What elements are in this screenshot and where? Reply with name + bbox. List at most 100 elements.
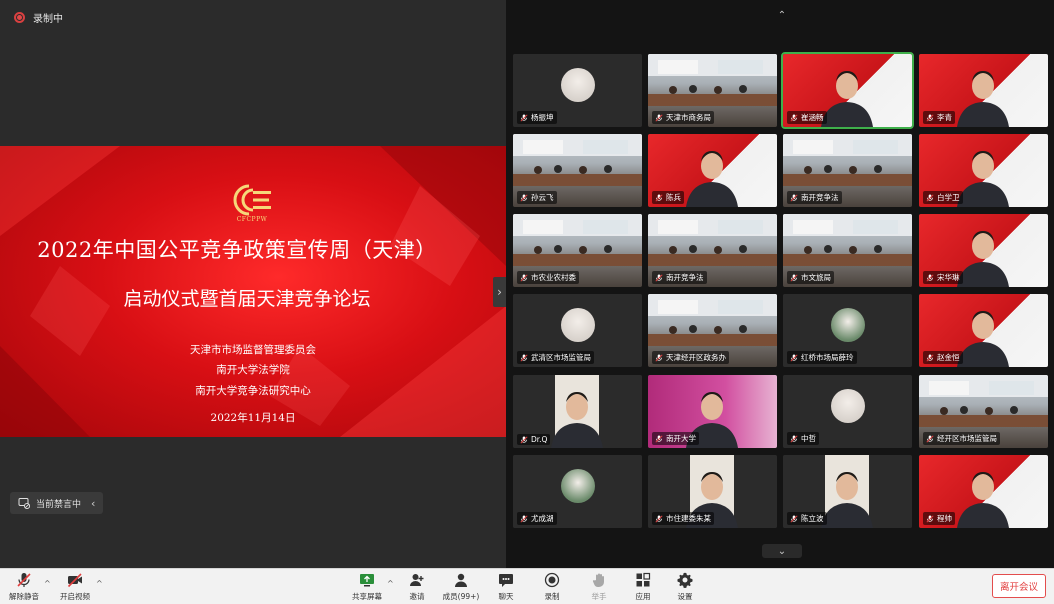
- apps-grid-icon: [636, 572, 651, 587]
- participant-name: 宋华琳: [937, 273, 960, 282]
- participant-tile[interactable]: 市住建委朱某: [648, 455, 777, 528]
- video-off-icon: [67, 573, 82, 588]
- share-screen-button[interactable]: 共享屏幕: [345, 572, 389, 602]
- participant-tile[interactable]: 李青: [919, 54, 1048, 127]
- participant-name-tag: 武清区市场监管局: [517, 351, 594, 364]
- participant-name: 南开竞争法: [666, 273, 704, 282]
- participant-name-tag: 市住建委朱某: [652, 512, 714, 525]
- participant-tile[interactable]: 天津市商务局: [648, 54, 777, 127]
- recording-indicator[interactable]: 录制中: [14, 10, 63, 25]
- settings-button[interactable]: 设置: [663, 572, 707, 602]
- mic-options-caret-icon[interactable]: ^: [44, 579, 51, 588]
- start-video-button[interactable]: 开启视频: [53, 572, 97, 602]
- recording-label: 录制中: [33, 14, 63, 25]
- record-button[interactable]: 录制: [530, 572, 574, 602]
- participant-name-tag: 天津经开区政务办: [652, 351, 729, 364]
- microphone-muted-icon: [790, 113, 798, 122]
- participant-name: 李青: [937, 113, 952, 122]
- mute-status-label: 当前禁言中: [36, 499, 82, 510]
- share-options-caret-icon[interactable]: ^: [387, 579, 394, 588]
- microphone-muted-icon: [655, 514, 663, 523]
- participant-tile[interactable]: 市农业农村委: [513, 214, 642, 287]
- presentation-slide: CFCPPW 2022年中国公平竞争政策宣传周（天津） 启动仪式暨首届天津竞争论…: [0, 146, 506, 437]
- microphone-muted-icon: [655, 273, 663, 282]
- participant-name-tag: 陈立波: [787, 512, 827, 525]
- participant-name-tag: 市农业农村委: [517, 271, 579, 284]
- participant-tile[interactable]: 程帅: [919, 455, 1048, 528]
- share-screen-icon: [360, 574, 374, 587]
- video-options-caret-icon[interactable]: ^: [96, 579, 103, 588]
- microphone-muted-icon: [790, 193, 798, 202]
- participant-tile[interactable]: 武清区市场监管局: [513, 294, 642, 367]
- participant-tile[interactable]: 南开竞争法: [648, 214, 777, 287]
- collapse-gallery-button[interactable]: ›: [493, 277, 506, 307]
- participant-tile[interactable]: 经开区市场监管局: [919, 375, 1048, 448]
- members-button[interactable]: 成员(99+): [439, 572, 483, 602]
- chat-button[interactable]: 聊天: [484, 572, 528, 602]
- chat-icon: [499, 574, 513, 587]
- microphone-muted-icon: [520, 514, 528, 523]
- meeting-window: 录制中 CFCPPW 2022年中国公平竞争政策宣传周（天津） 启动仪式暨首届天…: [0, 0, 1054, 604]
- participant-tile[interactable]: 南开竞争法: [783, 134, 912, 207]
- gallery-scroll-up-button[interactable]: ⌃: [762, 8, 802, 22]
- apps-button[interactable]: 应用: [621, 572, 665, 602]
- raise-hand-button[interactable]: 举手: [577, 572, 621, 602]
- participant-name: 南开竞争法: [801, 193, 839, 202]
- avatar: [831, 308, 865, 342]
- participant-name-tag: 南开竞争法: [652, 271, 707, 284]
- chevron-up-icon: ⌃: [777, 9, 787, 21]
- microphone-muted-icon: [926, 353, 934, 362]
- participant-name-tag: 孙云飞: [517, 191, 557, 204]
- participant-name-tag: 白学卫: [923, 191, 963, 204]
- microphone-muted-icon: [520, 353, 528, 362]
- participant-tile[interactable]: 崔涵畅: [781, 52, 914, 129]
- unmute-button[interactable]: 解除静音: [2, 572, 46, 602]
- participant-tile[interactable]: 市文旅局: [783, 214, 912, 287]
- participant-tile[interactable]: 杨振坤: [513, 54, 642, 127]
- participant-name-tag: 杨振坤: [517, 111, 557, 124]
- participant-tile[interactable]: 陈兵: [648, 134, 777, 207]
- participant-name-tag: 经开区市场监管局: [923, 432, 1000, 445]
- participant-tile[interactable]: 白学卫: [919, 134, 1048, 207]
- invite-button[interactable]: 邀请: [395, 572, 439, 602]
- microphone-muted-icon: [655, 113, 663, 122]
- share-screen-label: 共享屏幕: [352, 592, 382, 601]
- participant-tile[interactable]: Dr.Q: [513, 375, 642, 448]
- microphone-muted-icon: [926, 193, 934, 202]
- participant-name: 陈立波: [801, 514, 824, 523]
- participant-tile[interactable]: 尤成湖: [513, 455, 642, 528]
- chevron-down-icon: ⌄: [777, 545, 787, 557]
- participant-tile[interactable]: 赵金恒: [919, 294, 1048, 367]
- participant-tile[interactable]: 陈立波: [783, 455, 912, 528]
- leave-meeting-button[interactable]: 离开会议: [992, 574, 1046, 598]
- microphone-muted-icon: [790, 273, 798, 282]
- participant-tile[interactable]: 红桥市场局薛玲: [783, 294, 912, 367]
- microphone-muted-icon: [655, 353, 663, 362]
- participant-tile[interactable]: 中哲: [783, 375, 912, 448]
- participant-name: 市住建委朱某: [666, 514, 711, 523]
- participant-tile[interactable]: 孙云飞: [513, 134, 642, 207]
- participant-name: 经开区市场监管局: [937, 434, 997, 443]
- chevron-left-icon[interactable]: ‹: [91, 497, 95, 510]
- meeting-toolbar: 解除静音 ^ 开启视频 ^ 共享屏幕 ^ 邀请 成员(99+) 聊天 录制 举手…: [0, 568, 1054, 604]
- participant-tile[interactable]: 天津经开区政务办: [648, 294, 777, 367]
- members-icon: [455, 573, 467, 587]
- raise-hand-icon: [592, 573, 604, 588]
- avatar: [831, 389, 865, 423]
- participant-name-tag: 南开竞争法: [787, 191, 842, 204]
- invite-label: 邀请: [409, 592, 425, 601]
- participant-name-tag: 市文旅局: [787, 271, 834, 284]
- slide-title-line2: 启动仪式暨首届天津竞争论坛: [123, 288, 371, 310]
- members-label: 成员(99+): [442, 592, 480, 601]
- participant-name: 红桥市场局薛玲: [801, 353, 854, 362]
- slide-organizer-2: 南开大学法学院: [216, 364, 290, 376]
- mute-status-panel[interactable]: 当前禁言中 ‹: [10, 492, 104, 514]
- record-label: 录制: [544, 592, 560, 601]
- gallery-scroll-down-button[interactable]: ⌄: [762, 544, 802, 558]
- participant-tile[interactable]: 南开大学: [648, 375, 777, 448]
- participant-name-tag: 南开大学: [652, 432, 699, 445]
- participant-name: 崔涵畅: [801, 113, 824, 122]
- avatar: [561, 469, 595, 503]
- participant-tile[interactable]: 宋华琳: [919, 214, 1048, 287]
- microphone-muted-icon: [926, 273, 934, 282]
